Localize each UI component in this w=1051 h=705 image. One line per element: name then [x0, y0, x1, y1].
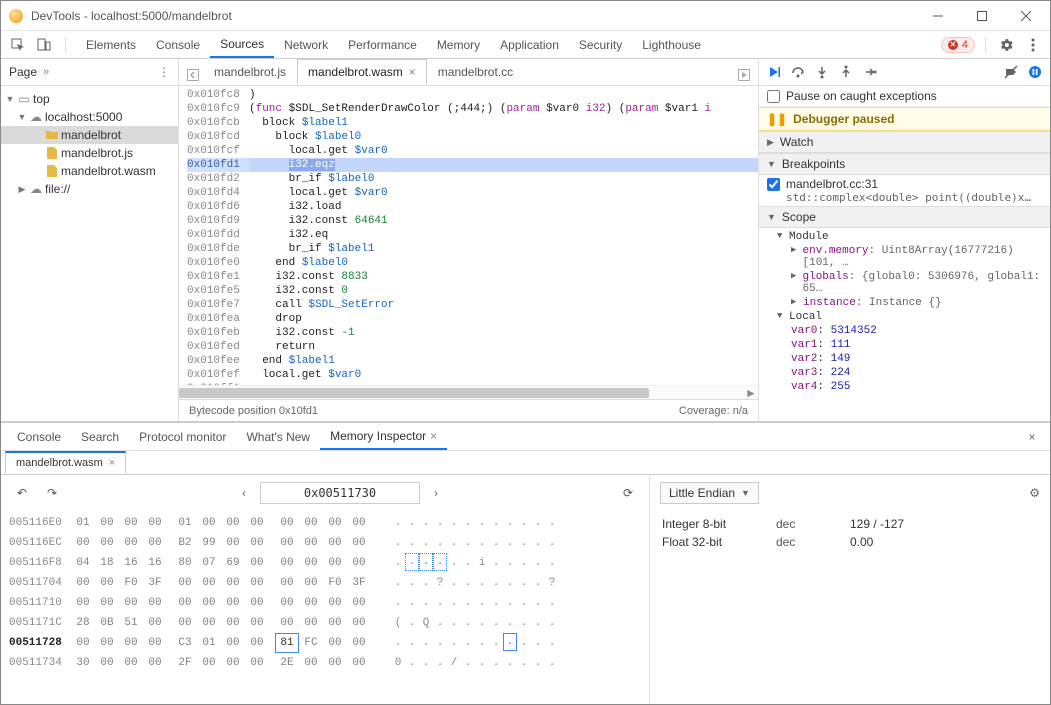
main-tab-performance[interactable]: Performance [338, 31, 427, 58]
local-var2[interactable]: var2: 149 [791, 352, 1050, 366]
refresh-icon[interactable]: ⟳ [617, 482, 639, 504]
breakpoints-section[interactable]: ▼Breakpoints [759, 153, 1050, 175]
value-row: Integer 8-bitdec129 / -127 [662, 515, 1038, 533]
window-close[interactable] [1004, 2, 1048, 30]
scope-env-memory[interactable]: ▶env.memory: Uint8Array(16777216) [101, … [787, 244, 1050, 270]
scope-globals[interactable]: ▶globals: {global0: 5306976, global1: 65… [787, 270, 1050, 296]
pause-on-caught-row[interactable]: Pause on caught exceptions [759, 86, 1050, 107]
tree-file-scheme[interactable]: ▶☁file:// [1, 180, 178, 198]
redo-icon[interactable]: ↷ [41, 482, 63, 504]
addr-prev-icon[interactable]: ‹ [234, 486, 254, 500]
address-input[interactable] [260, 482, 420, 504]
scope-module[interactable]: ▼Module [773, 230, 1050, 244]
drawer-tab-memory-inspector[interactable]: Memory Inspector× [320, 423, 447, 450]
watch-section[interactable]: ▶Watch [759, 131, 1050, 153]
value-row: Float 32-bitdec0.00 [662, 533, 1038, 551]
step-over-icon[interactable] [787, 61, 809, 83]
breakpoint-source: std::complex<double> point((double)x … [786, 191, 1036, 204]
main-tab-network[interactable]: Network [274, 31, 338, 58]
drawer-tab-search[interactable]: Search [71, 423, 129, 450]
tree-item-mandelbrot[interactable]: mandelbrot [1, 126, 178, 144]
main-tab-application[interactable]: Application [490, 31, 569, 58]
step-icon[interactable] [859, 61, 881, 83]
more-icon[interactable] [1022, 34, 1044, 56]
tree-item-mandelbrot-js[interactable]: mandelbrot.js [1, 144, 178, 162]
window-titlebar: DevTools - localhost:5000/mandelbrot [1, 1, 1050, 31]
local-var1[interactable]: var1: 111 [791, 338, 1050, 352]
debugger-paused-banner: ❚❚Debugger paused [759, 107, 1050, 131]
scope-local[interactable]: ▼Local [773, 310, 1050, 324]
source-tab-mandelbrot-wasm[interactable]: mandelbrot.wasm× [297, 59, 427, 85]
main-tab-sources[interactable]: Sources [210, 31, 274, 58]
navigator-menu-icon[interactable]: ⋮ [158, 65, 170, 79]
run-snippet-icon[interactable] [734, 65, 754, 85]
close-icon[interactable]: × [109, 457, 115, 469]
step-into-icon[interactable] [811, 61, 833, 83]
breakpoint-item[interactable]: mandelbrot.cc:31 std::complex<double> po… [759, 175, 1050, 206]
coverage-status: Coverage: n/a [679, 405, 748, 417]
drawer-close-icon[interactable]: × [1020, 430, 1044, 444]
scope-instance[interactable]: ▶instance: Instance {} [787, 296, 1050, 310]
window-maximize[interactable] [960, 2, 1004, 30]
local-var4[interactable]: var4: 255 [791, 380, 1050, 394]
main-tab-security[interactable]: Security [569, 31, 632, 58]
device-icon[interactable] [33, 34, 55, 56]
inspect-icon[interactable] [7, 34, 29, 56]
source-tab-mandelbrot-js[interactable]: mandelbrot.js [203, 59, 297, 85]
devtools-icon [9, 9, 23, 23]
tree-top[interactable]: ▼▭top [1, 90, 178, 108]
window-minimize[interactable] [916, 2, 960, 30]
drawer-tab-protocol-monitor[interactable]: Protocol monitor [129, 423, 236, 450]
close-icon[interactable]: × [430, 429, 437, 443]
settings-gear-icon[interactable] [996, 34, 1018, 56]
close-icon[interactable]: × [409, 65, 416, 79]
main-tab-memory[interactable]: Memory [427, 31, 490, 58]
window-title: DevTools - localhost:5000/mandelbrot [31, 9, 916, 23]
step-out-icon[interactable] [835, 61, 857, 83]
resume-icon[interactable] [763, 61, 785, 83]
drawer-tab-console[interactable]: Console [7, 423, 71, 450]
local-var3[interactable]: var3: 224 [791, 366, 1050, 380]
main-tab-console[interactable]: Console [146, 31, 210, 58]
pause-exceptions-icon[interactable] [1024, 61, 1046, 83]
bytecode-position: Bytecode position 0x10fd1 [189, 405, 318, 417]
endian-select[interactable]: Little Endian▼ [660, 482, 759, 504]
local-var0[interactable]: var0: 5314352 [791, 324, 1050, 338]
main-toolbar: ElementsConsoleSourcesNetworkPerformance… [1, 31, 1050, 59]
source-tab-mandelbrot-cc[interactable]: mandelbrot.cc [427, 59, 524, 85]
tree-item-mandelbrot-wasm[interactable]: mandelbrot.wasm [1, 162, 178, 180]
navigator-tab-page[interactable]: Page [9, 65, 37, 79]
hex-grid[interactable]: 005116E0010000000100000000000000........… [1, 511, 649, 675]
deactivate-breakpoints-icon[interactable] [1000, 61, 1022, 83]
tree-host[interactable]: ▼☁localhost:5000 [1, 108, 178, 126]
debugger-pane: Pause on caught exceptions ❚❚Debugger pa… [758, 59, 1050, 421]
navigator-more-icon[interactable]: » [43, 66, 49, 78]
navigator-pane: Page » ⋮ ▼▭top ▼☁localhost:5000 mandelbr… [1, 59, 179, 421]
undo-icon[interactable]: ↶ [11, 482, 33, 504]
main-tab-elements[interactable]: Elements [76, 31, 146, 58]
value-settings-icon[interactable]: ⚙ [1029, 486, 1040, 500]
error-badge[interactable]: ✕4 [941, 37, 975, 53]
memory-subtab[interactable]: mandelbrot.wasm× [5, 451, 126, 474]
nav-back-icon[interactable] [183, 65, 203, 85]
scope-section[interactable]: ▼Scope [759, 206, 1050, 228]
drawer-tab-what-s-new[interactable]: What's New [236, 423, 320, 450]
breakpoint-checkbox[interactable] [767, 178, 780, 191]
addr-next-icon[interactable]: › [426, 486, 446, 500]
pause-on-caught-checkbox[interactable] [767, 90, 780, 103]
source-pane: mandelbrot.jsmandelbrot.wasm×mandelbrot.… [179, 59, 758, 421]
horizontal-scrollbar[interactable]: ◄ ► [179, 385, 758, 399]
main-tab-lighthouse[interactable]: Lighthouse [632, 31, 711, 58]
breakpoint-title: mandelbrot.cc:31 [786, 177, 1036, 191]
